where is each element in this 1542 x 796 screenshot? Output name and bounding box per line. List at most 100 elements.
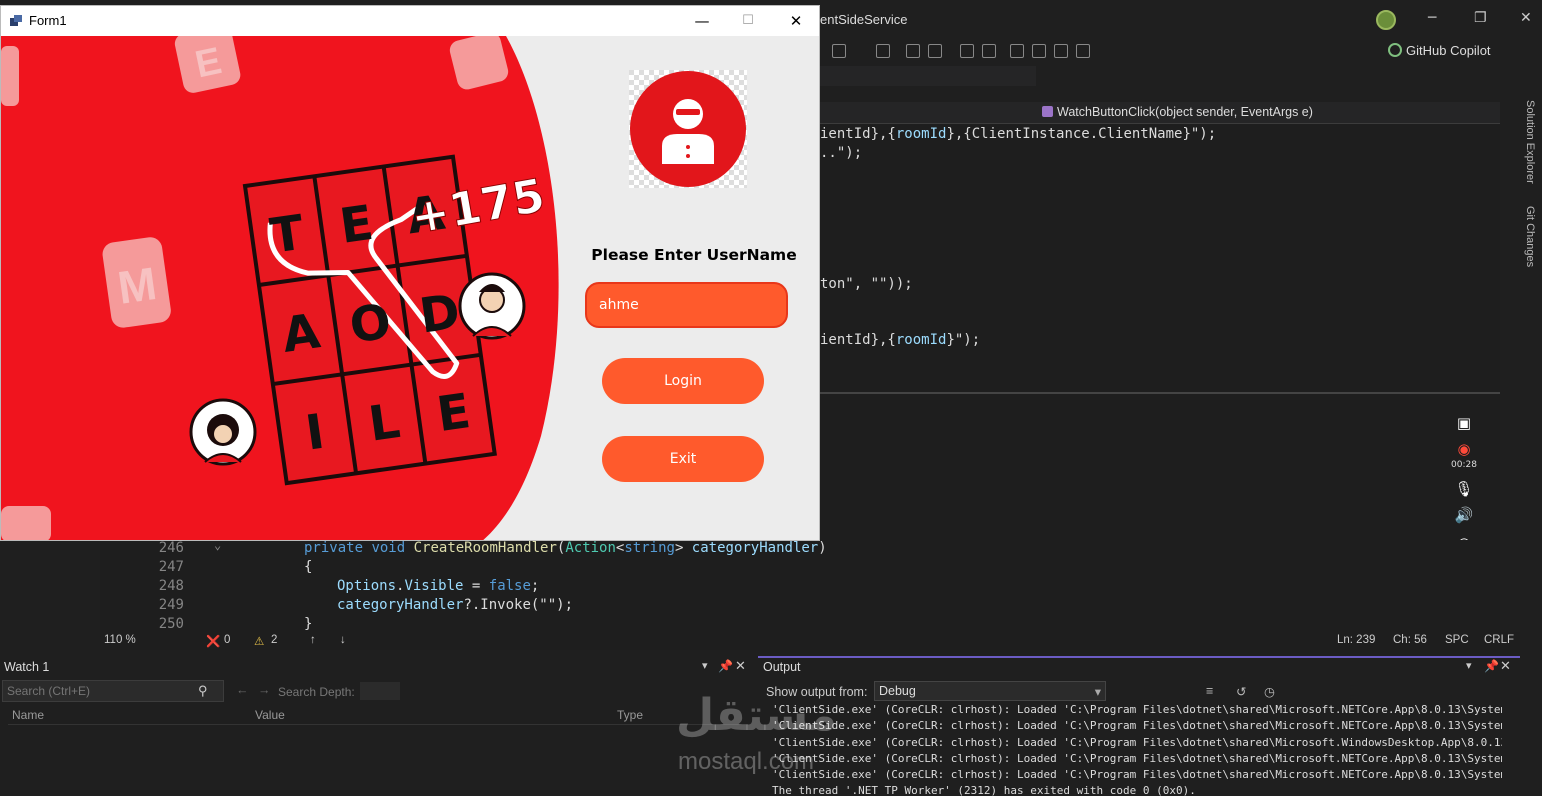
arrow-down-icon[interactable]: ↓ [340,634,346,646]
account-avatar[interactable] [1376,10,1396,30]
exit-button[interactable]: Exit [602,436,764,482]
search-depth-select[interactable] [360,682,400,700]
output-panel: Output ▾ 📌 ✕ Show output from: Debug ▾ ≡ … [758,656,1520,796]
code-line: categoryHandler?.Invoke(""); [337,597,574,613]
error-count[interactable]: 0 [224,634,230,646]
vs-minimize-icon[interactable]: ─ [1428,10,1436,26]
watch-grid[interactable] [8,724,748,796]
toolbar-step-icon[interactable] [832,44,846,58]
username-input[interactable] [585,282,788,328]
vs-close-icon[interactable]: ✕ [1520,10,1532,26]
toolbar-format-icon[interactable] [928,44,942,58]
microphone-icon[interactable]: 🎙 [1454,480,1474,498]
toolbar-bookmark-clear-icon[interactable] [1076,44,1090,58]
line-number: 250 [158,616,184,632]
minimize-icon[interactable]: — [679,9,725,33]
project-combo[interactable] [820,66,1036,86]
toolbar-outdent-icon[interactable] [960,44,974,58]
column-header-name[interactable]: Name [12,708,44,722]
toolbar-bookmark-prev-icon[interactable] [1032,44,1046,58]
watch-pin-icon[interactable]: 📌 [718,659,733,673]
code-line: } [304,616,313,632]
word-game-illustration: E M T E A A O D I L E +175 [1,36,559,540]
grid-letter: O [346,293,394,354]
code-editor-lower[interactable]: 246 247 248 249 250 ⌄ private void Creat… [100,538,1500,632]
cursor-line: Ln: 239 [1337,634,1376,646]
zoom-level[interactable]: 110 % [104,634,136,646]
login-button[interactable]: Login [602,358,764,404]
forward-arrow-icon[interactable]: → [258,683,271,697]
code-line: { [304,559,313,575]
close-icon[interactable]: ✕ [773,9,819,33]
maximize-icon[interactable]: ☐ [725,9,771,33]
toolbar-indent-icon[interactable] [982,44,996,58]
vs-restore-icon[interactable]: ❐ [1474,10,1487,26]
github-copilot-button[interactable]: GitHub Copilot [1388,43,1491,58]
camera-icon[interactable]: ▣ [1454,414,1474,432]
back-arrow-icon[interactable]: ← [236,683,249,697]
log-line: 'ClientSide.exe' (CoreCLR: clrhost): Loa… [772,703,1502,716]
output-log[interactable]: 'ClientSide.exe' (CoreCLR: clrhost): Loa… [772,702,1502,796]
error-icon[interactable]: ❌ [206,634,220,648]
column-header-type[interactable]: Type [617,708,643,722]
member-dropdown[interactable]: WatchButtonClick(object sender, EventArg… [1042,105,1313,119]
code-line: .."); [820,145,863,161]
line-number: 247 [158,559,184,575]
clock-icon[interactable]: ◷ [1264,684,1275,699]
log-line: The thread '.NET TP Worker' (2312) has e… [772,784,1196,796]
toolbar-cursor-icon[interactable] [906,44,920,58]
watch-panel: Watch 1 ▾ 📌 ✕ ⚲ ← → Search Depth: Name V… [0,656,752,796]
column-header-value[interactable]: Value [255,708,285,722]
bg-letter: M [115,257,160,314]
output-source-select[interactable]: Debug ▾ [874,681,1106,701]
recording-timer: 00:28 [1451,460,1477,470]
toolbar-spell-icon[interactable] [876,44,890,58]
form-app-icon [10,15,22,26]
watch-dropdown-icon[interactable]: ▾ [702,659,708,672]
log-line: 'ClientSide.exe' (CoreCLR: clrhost): Loa… [772,735,1502,749]
arrow-up-icon[interactable]: ↑ [310,634,316,646]
output-source-label: Show output from: [766,685,868,699]
clear-all-icon[interactable]: ≡ [1206,684,1213,698]
login-form-body: E M T E A A O D I L E +175 Please Enter … [1,36,819,540]
warning-icon[interactable]: ⚠ [254,634,264,648]
line-number: 246 [158,540,184,556]
output-close-icon[interactable]: ✕ [1500,658,1511,674]
search-depth-label: Search Depth: [278,685,355,699]
git-changes-tab[interactable]: Git Changes [1524,206,1536,267]
code-line: ton", "")); [820,276,913,292]
grid-letter: A [279,303,324,364]
background-tile-edge [1,46,19,106]
line-ending[interactable]: CRLF [1484,634,1514,646]
form1-title: Form1 [29,13,67,28]
whitespace-mode[interactable]: SPC [1445,634,1469,646]
log-line: 'ClientSide.exe' (CoreCLR: clrhost): Loa… [772,719,1502,733]
watch-search-input[interactable] [2,680,224,702]
search-icon[interactable]: ⚲ [198,683,208,699]
toolbar-bookmark-icon[interactable] [1010,44,1024,58]
code-editor-upper[interactable]: ientId},{roomId},{ClientInstance.ClientN… [820,124,1500,392]
side-tool-tabs: Solution Explorer Git Changes [1522,100,1542,300]
solution-explorer-tab[interactable]: Solution Explorer [1524,100,1536,184]
output-dropdown-icon[interactable]: ▾ [1466,659,1472,672]
record-icon[interactable]: ◉ [1454,440,1474,458]
user-avatar-icon [629,70,747,188]
warning-count[interactable]: 2 [271,634,277,646]
vs-solution-title: entSideService [820,12,908,27]
speaker-icon[interactable]: 🔊 [1454,506,1474,524]
watch-close-icon[interactable]: ✕ [735,658,746,674]
cursor-char: Ch: 56 [1393,634,1427,646]
character-avatar-left [189,398,257,466]
background-letter-tile: M [102,237,171,328]
word-wrap-icon[interactable]: ↺ [1236,684,1246,699]
copilot-icon [1388,43,1402,57]
toolbar-bookmark-next-icon[interactable] [1054,44,1068,58]
code-navigation-bar: WatchButtonClick(object sender, EventArg… [820,102,1500,124]
character-avatar-right [458,272,526,340]
watch-title: Watch 1 [4,660,50,674]
form1-title-bar[interactable]: Form1 — ☐ ✕ [1,6,819,36]
output-pin-icon[interactable]: 📌 [1484,659,1499,673]
log-line: 'ClientSide.exe' (CoreCLR: clrhost): Loa… [772,768,1502,782]
code-line: ientId},{roomId},{ClientInstance.ClientN… [820,126,1217,142]
method-icon [1042,106,1053,117]
